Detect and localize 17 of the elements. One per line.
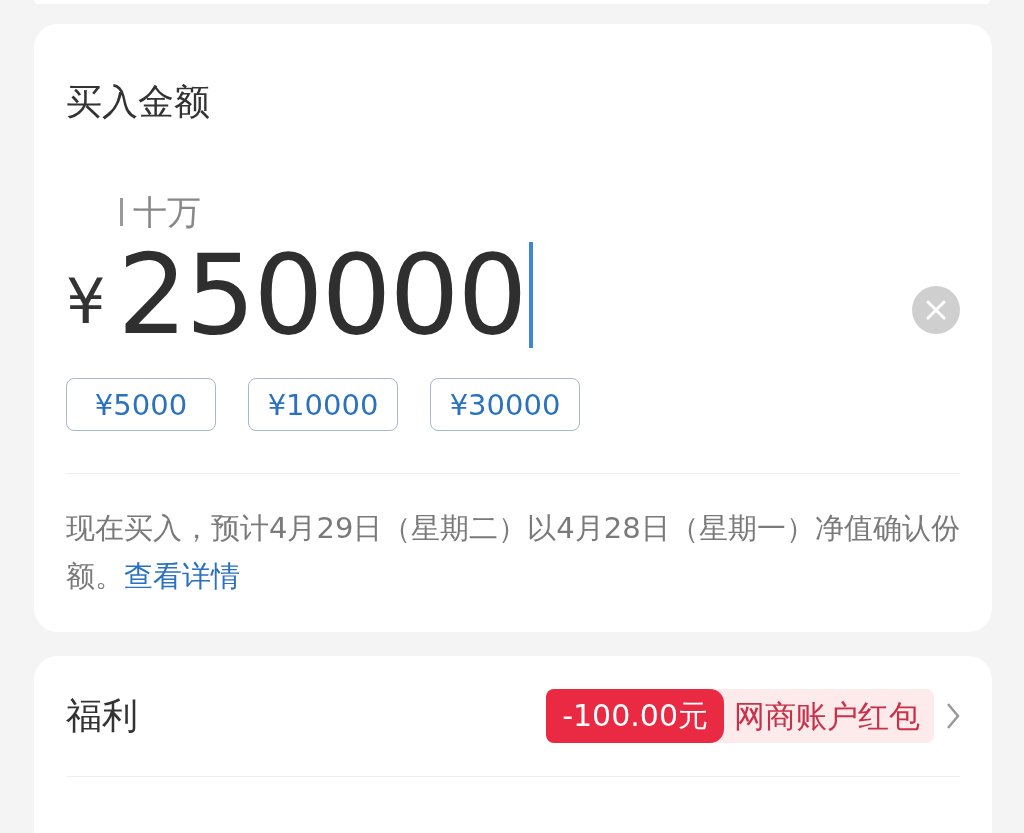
quick-amount-button[interactable]: ¥30000	[430, 378, 580, 431]
quick-amount-button[interactable]: ¥10000	[248, 378, 398, 431]
clear-button[interactable]	[912, 286, 960, 334]
unit-marker	[120, 198, 123, 226]
confirmation-note: 现在买入，预计4月29日（星期二）以4月28日（星期一）净值确认份额。查看详情	[66, 510, 960, 595]
amount-input[interactable]: 250000	[117, 240, 526, 350]
section-title: 买入金额	[66, 84, 210, 120]
details-link[interactable]: 查看详情	[124, 559, 240, 593]
discount-amount: -100.00元	[546, 689, 724, 743]
quick-amount-button[interactable]: ¥5000	[66, 378, 216, 431]
coupon-badge[interactable]: -100.00元 网商账户红包	[546, 689, 934, 743]
coupon-name: 网商账户红包	[733, 700, 921, 732]
chevron-right-icon[interactable]	[946, 702, 960, 730]
currency-symbol: ¥	[66, 271, 106, 333]
section-title: 福利	[66, 698, 138, 734]
unit-hint: 十万	[133, 195, 201, 229]
close-icon	[925, 299, 947, 321]
